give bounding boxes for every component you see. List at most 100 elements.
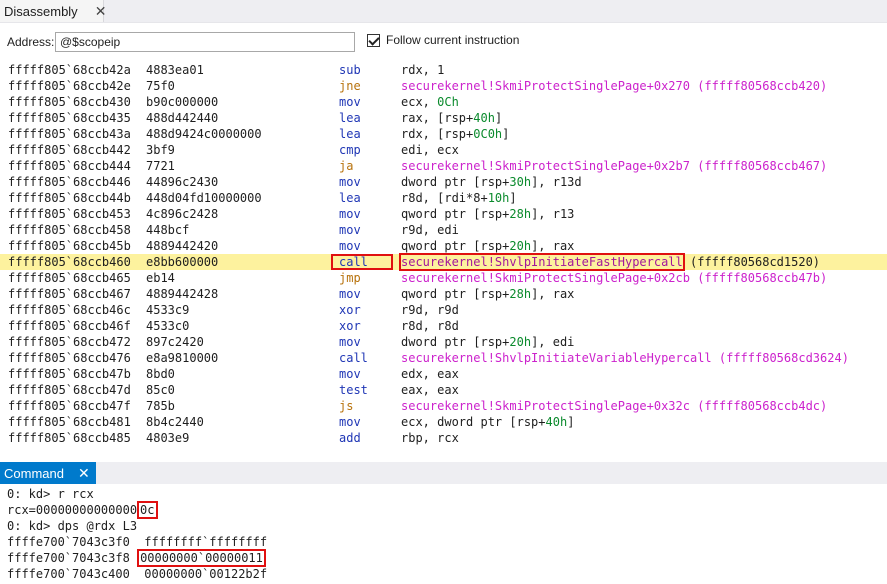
command-tabstrip: Command ✕ <box>0 462 887 484</box>
instruction-address: fffff805`68ccb444 <box>8 159 131 173</box>
disassembly-row[interactable]: fffff805`68ccb47d 85c0 test eax, eax <box>0 382 887 398</box>
instruction-operands: securekernel!SkmiProtectSinglePage+0x2b7… <box>401 159 828 173</box>
address-input[interactable] <box>55 32 355 52</box>
call-target-symbol[interactable]: securekernel!ShvlpInitiateFastHypercall <box>399 253 685 271</box>
disassembly-row[interactable]: fffff805`68ccb485 4803e9 add rbp, rcx <box>0 430 887 446</box>
instruction-address: fffff805`68ccb435 <box>8 111 131 125</box>
instruction-address: fffff805`68ccb47d <box>8 383 131 397</box>
instruction-bytes: e8a9810000 <box>146 351 219 365</box>
instruction-bytes: 3bf9 <box>146 143 175 157</box>
disassembly-row[interactable]: fffff805`68ccb467 4889442428 mov qword ptr … <box>0 286 887 302</box>
memory-row: ffffe700`7043c3f8 00000000`00000011 <box>7 549 266 567</box>
instruction-address: fffff805`68ccb46c <box>8 303 131 317</box>
instruction-operands: rdx, [rsp+0C0h] <box>401 127 510 141</box>
disassembly-row[interactable]: fffff805`68ccb42a 4883ea01 sub rdx, 1 <box>0 62 887 78</box>
instruction-bytes: 8bd0 <box>146 367 175 381</box>
disassembly-row[interactable]: fffff805`68ccb46c 4533c9 xor r9d, r9d <box>0 302 887 318</box>
instruction-operands: edi, ecx <box>401 143 459 157</box>
instruction-bytes: 448d04fd10000000 <box>146 191 262 205</box>
instruction-mnemonic: lea <box>339 111 361 125</box>
instruction-address: fffff805`68ccb476 <box>8 351 131 365</box>
close-icon[interactable]: ✕ <box>95 3 107 20</box>
instruction-mnemonic: test <box>339 383 368 397</box>
memory-value: ffffffff`ffffffff <box>144 535 268 549</box>
command-prompt-line: 0: kd> dps @rdx L3 <box>7 519 138 533</box>
instruction-address: fffff805`68ccb472 <box>8 335 131 349</box>
instruction-bytes: 85c0 <box>146 383 175 397</box>
instruction-address: fffff805`68ccb42a <box>8 63 131 77</box>
disassembly-row[interactable]: fffff805`68ccb43a 488d9424c0000000 lea rdx,… <box>0 126 887 142</box>
instruction-mnemonic: js <box>339 399 354 413</box>
instruction-bytes: 44896c2430 <box>146 175 219 189</box>
register-value-highlight: 0c <box>137 501 158 519</box>
instruction-bytes: 75f0 <box>146 79 175 93</box>
instruction-mnemonic: mov <box>339 287 361 301</box>
disassembly-row[interactable]: fffff805`68ccb47b 8bd0 mov edx, eax <box>0 366 887 382</box>
disassembly-row[interactable]: fffff805`68ccb444 7721 ja securekernel!Skmi… <box>0 158 887 174</box>
disassembly-row[interactable]: fffff805`68ccb472 897c2420 mov dword ptr [r… <box>0 334 887 350</box>
disassembly-row[interactable]: fffff805`68ccb430 b90c000000 mov ecx, 0Ch <box>0 94 887 110</box>
disassembly-row[interactable]: fffff805`68ccb465 eb14 jmp securekernel!Skm… <box>0 270 887 286</box>
address-label: Address: <box>7 35 55 49</box>
instruction-operands: r8d, r8d <box>401 319 459 333</box>
disassembly-row[interactable]: fffff805`68ccb453 4c896c2428 mov qword ptr … <box>0 206 887 222</box>
instruction-address: fffff805`68ccb442 <box>8 143 131 157</box>
disassembly-row[interactable]: fffff805`68ccb47f 785b js securekernel!Skmi… <box>0 398 887 414</box>
tab-disassembly[interactable]: Disassembly ✕ <box>0 0 107 22</box>
instruction-bytes: 7721 <box>146 159 175 173</box>
instruction-operands: dword ptr [rsp+20h], edi <box>401 335 575 349</box>
instruction-bytes: 4889442420 <box>146 239 219 253</box>
tab-disassembly-label: Disassembly <box>4 3 78 19</box>
command-output[interactable]: 0: kd> r rcx rcx=00000000000000 0c 0: kd>… <box>0 484 887 584</box>
instruction-operands: r8d, [rdi*8+10h] <box>401 191 517 205</box>
disassembly-row[interactable]: fffff805`68ccb42e 75f0 jne securekernel!Skm… <box>0 78 887 94</box>
call-target-address: (fffff80568cd1520) <box>682 255 821 269</box>
instruction-operands: qword ptr [rsp+28h], rax <box>401 287 575 301</box>
disassembly-row[interactable]: fffff805`68ccb446 44896c2430 mov dword ptr … <box>0 174 887 190</box>
instruction-bytes: b90c000000 <box>146 95 219 109</box>
command-prompt-line: 0: kd> r rcx <box>7 487 94 501</box>
instruction-address: fffff805`68ccb47f <box>8 399 131 413</box>
disassembly-row[interactable]: fffff805`68ccb481 8b4c2440 mov ecx, dword p… <box>0 414 887 430</box>
instruction-operands: securekernel!SkmiProtectSinglePage+0x270… <box>401 79 828 93</box>
instruction-mnemonic: jmp <box>339 271 361 285</box>
disassembly-row[interactable]: fffff805`68ccb442 3bf9 cmp edi, ecx <box>0 142 887 158</box>
instruction-operands: securekernel!SkmiProtectSinglePage+0x32c… <box>401 399 828 413</box>
instruction-address: fffff805`68ccb42e <box>8 79 131 93</box>
follow-instruction-toggle[interactable]: Follow current instruction <box>367 33 519 47</box>
disassembly-row[interactable]: fffff805`68ccb45b 4889442420 mov qword ptr … <box>0 238 887 254</box>
instruction-bytes: 448bcf <box>146 223 190 237</box>
instruction-operands: rdx, 1 <box>401 63 445 77</box>
instruction-operands: qword ptr [rsp+20h], rax <box>401 239 575 253</box>
memory-address: ffffe700`7043c3f0 <box>7 535 130 549</box>
instruction-bytes: 897c2420 <box>146 335 204 349</box>
disassembly-listing[interactable]: fffff805`68ccb42a 4883ea01 sub rdx, 1 fffff8… <box>0 62 887 458</box>
tab-command[interactable]: Command ✕ <box>0 462 96 484</box>
instruction-address: fffff805`68ccb453 <box>8 207 131 221</box>
instruction-operands: securekernel!ShvlpInitiateFastHypercall … <box>399 253 821 271</box>
disassembly-row[interactable]: fffff805`68ccb460 e8bb600000 call secureker… <box>0 253 887 271</box>
instruction-operands: r9d, r9d <box>401 303 459 317</box>
instruction-mnemonic: mov <box>339 367 361 381</box>
instruction-bytes: eb14 <box>146 271 175 285</box>
instruction-mnemonic: lea <box>339 127 361 141</box>
disassembly-row[interactable]: fffff805`68ccb44b 448d04fd10000000 lea r8d,… <box>0 190 887 206</box>
memory-row: ffffe700`7043c400 00000000`00122b2f <box>7 566 267 582</box>
instruction-bytes: 785b <box>146 399 175 413</box>
annotation-box <box>331 254 393 270</box>
disassembly-row[interactable]: fffff805`68ccb476 e8a9810000 call secureker… <box>0 350 887 366</box>
memory-value: 00000000`00122b2f <box>144 567 268 581</box>
disassembly-row[interactable]: fffff805`68ccb458 448bcf mov r9d, edi <box>0 222 887 238</box>
disassembly-row[interactable]: fffff805`68ccb46f 4533c0 xor r8d, r8d <box>0 318 887 334</box>
disassembly-row[interactable]: fffff805`68ccb435 488d442440 lea rax, [rsp+… <box>0 110 887 126</box>
close-icon[interactable]: ✕ <box>78 465 90 482</box>
instruction-mnemonic: jne <box>339 79 361 93</box>
memory-value-highlight: 00000000`00000011 <box>137 549 266 567</box>
instruction-operands: securekernel!ShvlpInitiateVariableHyperc… <box>401 351 849 365</box>
instruction-bytes: 488d442440 <box>146 111 219 125</box>
register-output-line: rcx=00000000000000 0c <box>7 501 158 519</box>
follow-instruction-checkbox[interactable] <box>367 33 380 47</box>
instruction-address: fffff805`68ccb44b <box>8 191 131 205</box>
memory-row: ffffe700`7043c3f0 ffffffff`ffffffff <box>7 534 267 550</box>
instruction-address: fffff805`68ccb45b <box>8 239 131 253</box>
